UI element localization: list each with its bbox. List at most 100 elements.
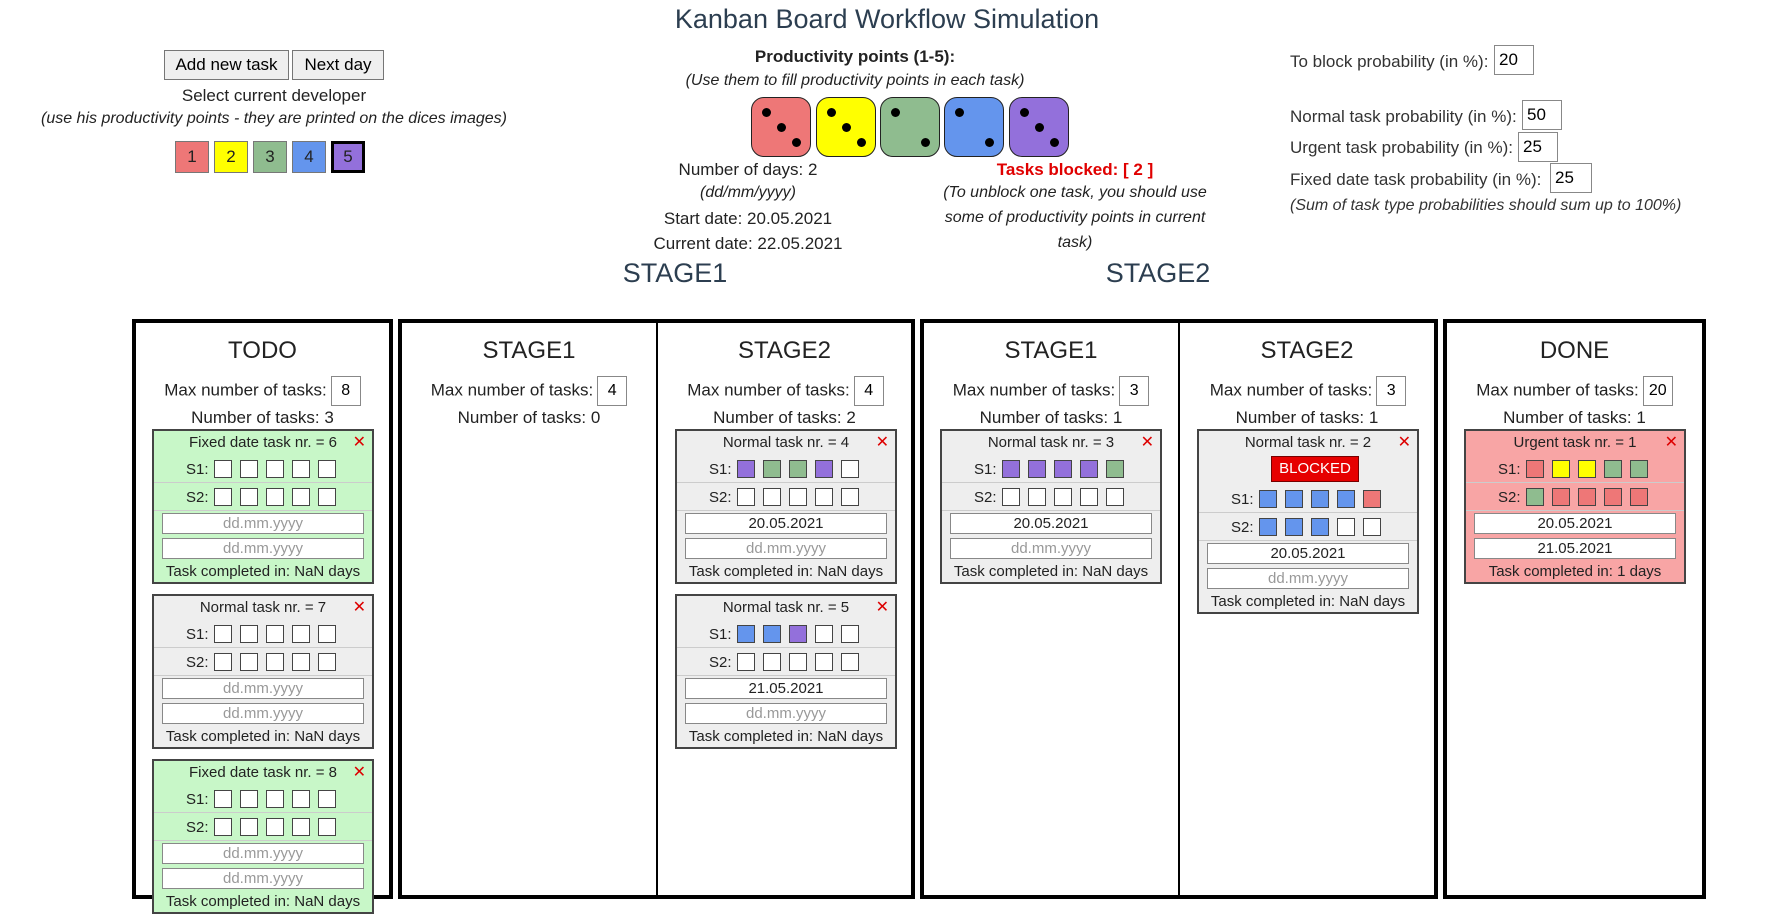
productivity-checkbox[interactable] bbox=[214, 488, 232, 506]
max-tasks-input[interactable] bbox=[1119, 376, 1150, 406]
max-tasks-input[interactable] bbox=[1376, 376, 1407, 406]
task-start-date-input[interactable]: 20.05.2021 bbox=[950, 513, 1152, 534]
productivity-checkbox[interactable] bbox=[737, 488, 755, 506]
task-start-date-input[interactable]: dd.mm.yyyy bbox=[162, 513, 364, 534]
productivity-checkbox[interactable] bbox=[266, 653, 284, 671]
productivity-checkbox[interactable] bbox=[266, 790, 284, 808]
productivity-checkbox[interactable] bbox=[763, 460, 781, 478]
productivity-checkbox[interactable] bbox=[1106, 460, 1124, 478]
productivity-checkbox[interactable] bbox=[1526, 488, 1544, 506]
task-end-date-input[interactable]: dd.mm.yyyy bbox=[162, 703, 364, 724]
productivity-checkbox[interactable] bbox=[841, 460, 859, 478]
productivity-checkbox[interactable] bbox=[763, 653, 781, 671]
productivity-checkbox[interactable] bbox=[737, 625, 755, 643]
task-start-date-input[interactable]: 20.05.2021 bbox=[1207, 543, 1409, 564]
productivity-checkbox[interactable] bbox=[266, 818, 284, 836]
productivity-checkbox[interactable] bbox=[318, 488, 336, 506]
developer-3-button[interactable]: 3 bbox=[253, 141, 287, 173]
productivity-checkbox[interactable] bbox=[1054, 460, 1072, 478]
productivity-checkbox[interactable] bbox=[1080, 460, 1098, 478]
productivity-checkbox[interactable] bbox=[214, 653, 232, 671]
developer-5-button[interactable]: 5 bbox=[331, 141, 365, 173]
productivity-checkbox[interactable] bbox=[292, 488, 310, 506]
productivity-checkbox[interactable] bbox=[1337, 490, 1355, 508]
productivity-checkbox[interactable] bbox=[1337, 518, 1355, 536]
productivity-checkbox[interactable] bbox=[841, 625, 859, 643]
task-start-date-input[interactable]: 20.05.2021 bbox=[685, 513, 887, 534]
block-probability-input[interactable] bbox=[1494, 45, 1534, 75]
task-end-date-input[interactable]: dd.mm.yyyy bbox=[685, 703, 887, 724]
delete-task-icon[interactable]: ✕ bbox=[353, 761, 366, 785]
productivity-checkbox[interactable] bbox=[318, 790, 336, 808]
productivity-checkbox[interactable] bbox=[1363, 518, 1381, 536]
productivity-checkbox[interactable] bbox=[1028, 488, 1046, 506]
productivity-checkbox[interactable] bbox=[1259, 490, 1277, 508]
productivity-checkbox[interactable] bbox=[318, 818, 336, 836]
productivity-checkbox[interactable] bbox=[240, 625, 258, 643]
next-day-button[interactable]: Next day bbox=[292, 50, 384, 80]
task-card[interactable]: Fixed date task nr. = 6 ✕ S1: S2: dd.mm.yyyy… bbox=[152, 429, 374, 584]
productivity-checkbox[interactable] bbox=[815, 653, 833, 671]
max-tasks-input[interactable] bbox=[330, 376, 361, 406]
productivity-checkbox[interactable] bbox=[240, 790, 258, 808]
productivity-checkbox[interactable] bbox=[292, 460, 310, 478]
productivity-checkbox[interactable] bbox=[815, 460, 833, 478]
productivity-checkbox[interactable] bbox=[1054, 488, 1072, 506]
productivity-checkbox[interactable] bbox=[240, 488, 258, 506]
normal-probability-input[interactable] bbox=[1522, 100, 1562, 130]
developer-4-button[interactable]: 4 bbox=[292, 141, 326, 173]
productivity-checkbox[interactable] bbox=[789, 460, 807, 478]
task-start-date-input[interactable]: 21.05.2021 bbox=[685, 678, 887, 699]
task-card[interactable]: Urgent task nr. = 1 ✕ S1: S2: 20.05.2021 21.0… bbox=[1464, 429, 1686, 584]
productivity-checkbox[interactable] bbox=[1552, 488, 1570, 506]
productivity-checkbox[interactable] bbox=[737, 460, 755, 478]
productivity-checkbox[interactable] bbox=[240, 460, 258, 478]
task-card[interactable]: Normal task nr. = 3 ✕ S1: S2: 20.05.2021 dd.m… bbox=[940, 429, 1162, 584]
productivity-checkbox[interactable] bbox=[1002, 488, 1020, 506]
productivity-checkbox[interactable] bbox=[815, 625, 833, 643]
productivity-checkbox[interactable] bbox=[1578, 460, 1596, 478]
productivity-checkbox[interactable] bbox=[1002, 460, 1020, 478]
task-end-date-input[interactable]: 21.05.2021 bbox=[1474, 538, 1676, 559]
productivity-checkbox[interactable] bbox=[292, 625, 310, 643]
productivity-checkbox[interactable] bbox=[1028, 460, 1046, 478]
productivity-checkbox[interactable] bbox=[318, 460, 336, 478]
max-tasks-input[interactable] bbox=[597, 376, 628, 406]
developer-2-button[interactable]: 2 bbox=[214, 141, 248, 173]
productivity-checkbox[interactable] bbox=[789, 488, 807, 506]
developer-1-button[interactable]: 1 bbox=[175, 141, 209, 173]
productivity-checkbox[interactable] bbox=[266, 488, 284, 506]
productivity-checkbox[interactable] bbox=[1285, 490, 1303, 508]
productivity-checkbox[interactable] bbox=[266, 625, 284, 643]
task-end-date-input[interactable]: dd.mm.yyyy bbox=[950, 538, 1152, 559]
productivity-checkbox[interactable] bbox=[266, 460, 284, 478]
productivity-checkbox[interactable] bbox=[214, 625, 232, 643]
productivity-checkbox[interactable] bbox=[763, 625, 781, 643]
productivity-checkbox[interactable] bbox=[292, 818, 310, 836]
urgent-probability-input[interactable] bbox=[1518, 132, 1558, 162]
task-card[interactable]: Fixed date task nr. = 8 ✕ S1: S2: dd.mm.yyyy… bbox=[152, 759, 374, 914]
productivity-checkbox[interactable] bbox=[1363, 490, 1381, 508]
task-end-date-input[interactable]: dd.mm.yyyy bbox=[162, 868, 364, 889]
task-card[interactable]: Normal task nr. = 4 ✕ S1: S2: 20.05.2021 dd.m… bbox=[675, 429, 897, 584]
productivity-checkbox[interactable] bbox=[841, 488, 859, 506]
productivity-checkbox[interactable] bbox=[789, 653, 807, 671]
productivity-checkbox[interactable] bbox=[1630, 488, 1648, 506]
task-start-date-input[interactable]: dd.mm.yyyy bbox=[162, 843, 364, 864]
productivity-checkbox[interactable] bbox=[214, 790, 232, 808]
productivity-checkbox[interactable] bbox=[1552, 460, 1570, 478]
productivity-checkbox[interactable] bbox=[789, 625, 807, 643]
productivity-checkbox[interactable] bbox=[214, 460, 232, 478]
delete-task-icon[interactable]: ✕ bbox=[1665, 431, 1678, 455]
productivity-checkbox[interactable] bbox=[1285, 518, 1303, 536]
task-end-date-input[interactable]: dd.mm.yyyy bbox=[1207, 568, 1409, 589]
fixed-probability-input[interactable] bbox=[1550, 163, 1592, 193]
delete-task-icon[interactable]: ✕ bbox=[876, 596, 889, 620]
task-card[interactable]: Normal task nr. = 2 ✕ BLOCKED S1: S2: 20.05.2… bbox=[1197, 429, 1419, 614]
productivity-checkbox[interactable] bbox=[214, 818, 232, 836]
delete-task-icon[interactable]: ✕ bbox=[353, 431, 366, 455]
max-tasks-input[interactable] bbox=[1642, 376, 1673, 406]
productivity-checkbox[interactable] bbox=[1604, 488, 1622, 506]
task-start-date-input[interactable]: 20.05.2021 bbox=[1474, 513, 1676, 534]
productivity-checkbox[interactable] bbox=[318, 625, 336, 643]
